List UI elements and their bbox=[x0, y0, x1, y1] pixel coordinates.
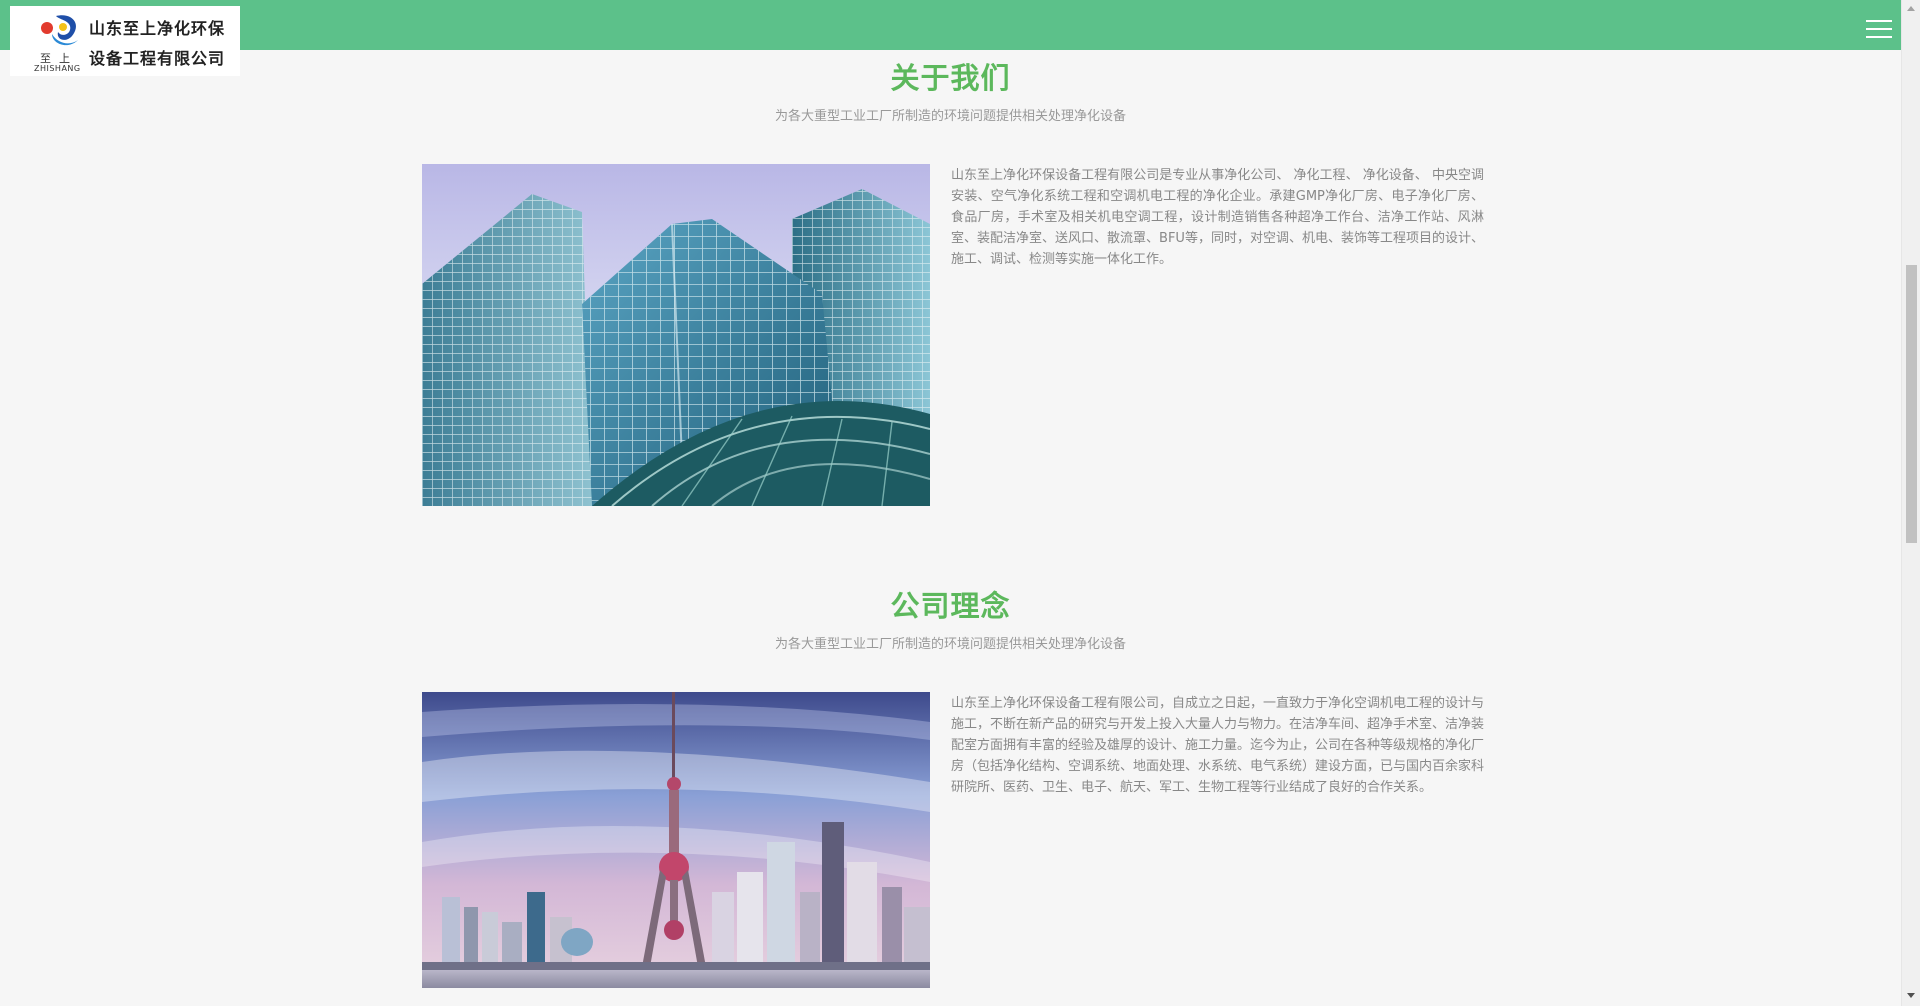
vertical-scrollbar[interactable] bbox=[1901, 0, 1920, 1006]
company-name-line1: 山东至上净化环保 bbox=[89, 19, 226, 38]
about-section-paragraph: 山东至上净化环保设备工程有限公司是专业从事净化公司、 净化工程、 净化设备、 中… bbox=[951, 168, 1484, 267]
logo-mark-icon bbox=[41, 15, 78, 46]
menu-line bbox=[1866, 36, 1892, 38]
philosophy-section-subtitle: 为各大重型工业工厂所制造的环境问题提供相关处理净化设备 bbox=[774, 637, 1126, 652]
scroll-up-arrow-icon[interactable] bbox=[1907, 6, 1915, 11]
philosophy-section-title: 公司理念 bbox=[890, 589, 1011, 623]
company-name-line2: 设备工程有限公司 bbox=[89, 49, 226, 68]
about-section-title: 关于我们 bbox=[890, 61, 1011, 95]
about-section-subtitle: 为各大重型工业工厂所制造的环境问题提供相关处理净化设备 bbox=[774, 109, 1126, 124]
scroll-down-arrow-icon[interactable] bbox=[1907, 993, 1915, 998]
glass-office-towers-photo bbox=[422, 164, 930, 506]
logo-mark-english: ZHISHANG bbox=[34, 64, 81, 73]
scrollbar-thumb[interactable] bbox=[1906, 265, 1917, 543]
philosophy-section-paragraph: 山东至上净化环保设备工程有限公司，自成立之日起，一直致力于净化空调机电工程的设计… bbox=[951, 696, 1485, 795]
hamburger-menu-icon[interactable] bbox=[1866, 18, 1892, 40]
top-navigation-bar bbox=[0, 0, 1901, 50]
company-logo[interactable]: 至上 ZHISHANG 山东至上净化环保 设备工程有限公司 bbox=[10, 6, 240, 76]
menu-line bbox=[1866, 20, 1892, 22]
shanghai-skyline-photo bbox=[422, 692, 930, 988]
menu-line bbox=[1866, 28, 1892, 30]
